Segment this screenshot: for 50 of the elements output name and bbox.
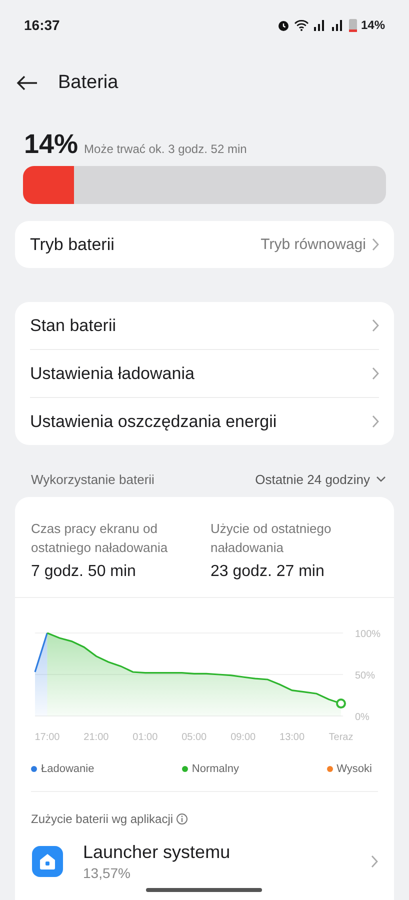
stat-label: Użycie od ostatniego naładowania xyxy=(210,520,332,557)
app-name: Launcher systemu xyxy=(83,842,232,863)
chevron-right-icon xyxy=(372,367,379,380)
status-time: 16:37 xyxy=(24,17,60,33)
x-tick-label: 13:00 xyxy=(280,732,305,743)
legend-label: Normalny xyxy=(192,763,239,775)
page-title: Bateria xyxy=(58,72,118,94)
section-title: Zużycie baterii wg aplikacji xyxy=(31,812,174,826)
info-icon[interactable] xyxy=(176,813,188,825)
legend-label: Ładowanie xyxy=(41,763,94,775)
stat-label: Czas pracy ekranu od ostatniego naładowania xyxy=(31,520,169,557)
x-tick-label: Teraz xyxy=(328,732,354,743)
battery-level-text: 14% xyxy=(24,129,78,160)
row-label: Ustawienia oszczędzania energii xyxy=(30,412,277,432)
x-tick-label: 01:00 xyxy=(132,732,158,743)
row-label: Tryb baterii xyxy=(30,234,114,254)
wifi-icon xyxy=(294,19,309,31)
x-tick-label: 21:00 xyxy=(84,732,109,743)
chevron-right-icon xyxy=(372,238,379,251)
x-tick-label: 17:00 xyxy=(34,732,60,743)
y-tick-label: 50% xyxy=(355,670,376,682)
row-value: Tryb równowagi xyxy=(260,236,366,253)
signal-icon xyxy=(312,19,327,31)
row-label: Stan baterii xyxy=(30,316,116,336)
chevron-down-icon xyxy=(376,476,386,482)
app-usage-share: 13,57% xyxy=(83,865,132,881)
x-tick-label: 05:00 xyxy=(182,732,207,743)
signal-icon xyxy=(330,19,345,31)
legend-label: Wysoki xyxy=(336,763,372,775)
mode-row[interactable]: Tryb baterii Tryb równowagi xyxy=(30,221,379,268)
chevron-right-icon xyxy=(372,319,379,332)
battery-percent: 14% xyxy=(360,18,385,32)
battery-estimate: Może trwać ok. 3 godz. 52 min xyxy=(84,142,247,156)
home-app-icon[interactable] xyxy=(32,846,63,877)
y-tick-label: 100% xyxy=(355,629,381,640)
stat-value: 23 godz. 27 min xyxy=(210,563,326,581)
stat-value: 7 godz. 50 min xyxy=(31,563,137,581)
chevron-right-icon xyxy=(371,855,378,868)
settings-row[interactable]: Ustawienia oszczędzania energii xyxy=(30,397,379,445)
row-label: Ustawienia ładowania xyxy=(30,364,194,384)
section-title: Wykorzystanie baterii xyxy=(31,472,154,486)
alarm-icon xyxy=(276,18,290,32)
settings-row[interactable]: Ustawienia ładowania xyxy=(30,349,379,397)
x-tick-label: 09:00 xyxy=(230,732,256,743)
settings-row[interactable]: Stan baterii xyxy=(30,302,379,349)
back-arrow-icon[interactable] xyxy=(16,75,38,91)
period-dropdown[interactable]: Ostatnie 24 godziny xyxy=(255,472,386,486)
chevron-right-icon xyxy=(372,415,379,428)
y-tick-label: 0% xyxy=(355,712,370,723)
battery-icon xyxy=(348,18,357,32)
